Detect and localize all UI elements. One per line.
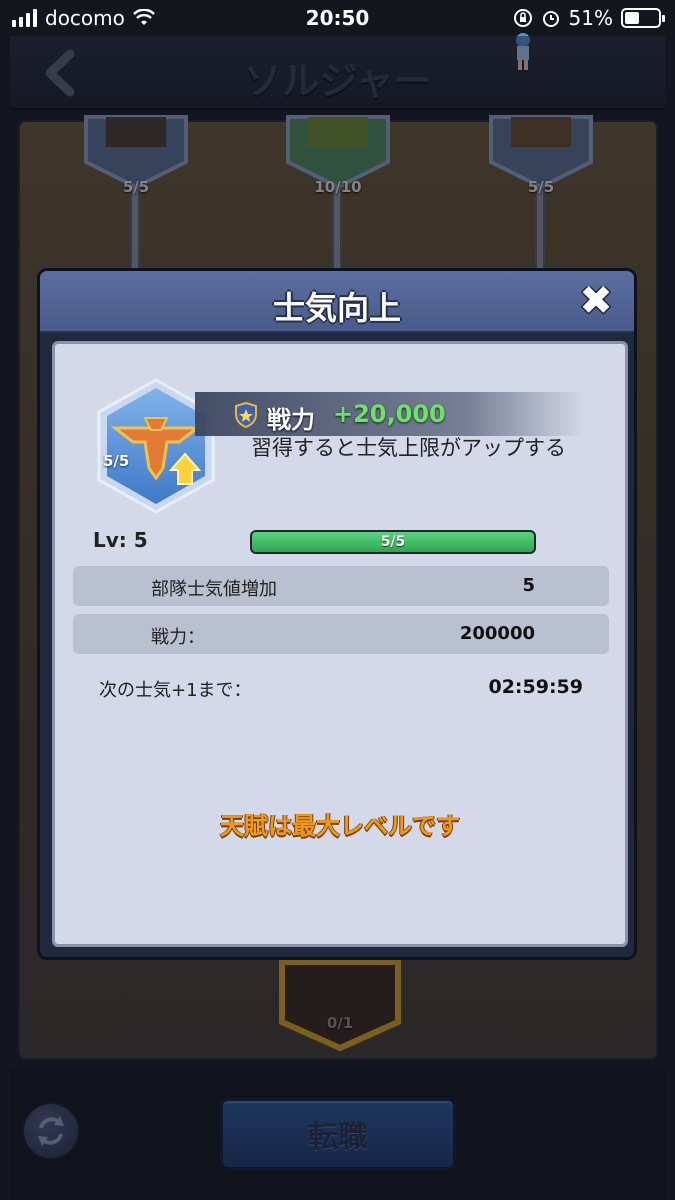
max-level-message: 天賦は最大レベルです — [220, 812, 460, 840]
stat-value: 5 — [522, 575, 535, 596]
modal-body: 5/5 戦力 +20,000 習得すると士気上限がアップする Lv: 5 5/5… — [52, 341, 628, 947]
status-bar: docomo 20:50 51% — [0, 0, 675, 36]
modal-title: 士気向上 — [272, 289, 401, 327]
close-button[interactable]: ✖ — [576, 281, 616, 321]
level-progress-bar: 5/5 — [250, 530, 536, 554]
level-label: Lv: 5 — [93, 528, 148, 552]
close-icon: ✖ — [579, 278, 613, 324]
talent-detail-modal: 士気向上 ✖ 5/5 戦力 +20,000 習得すると士気上限がアップする Lv… — [37, 268, 637, 960]
skill-level-badge: 5/5 — [103, 452, 130, 470]
power-label: 戦力 — [267, 406, 315, 434]
stat-row-morale: 部隊士気値増加 5 — [73, 566, 609, 606]
stat-value: 200000 — [459, 623, 535, 644]
power-value: +20,000 — [333, 400, 446, 428]
battery-icon — [621, 8, 665, 28]
modal-header: 士気向上 ✖ — [40, 271, 634, 333]
progress-text: 5/5 — [380, 534, 406, 550]
next-morale-timer: 02:59:59 — [488, 676, 583, 698]
orientation-lock-icon — [513, 9, 532, 27]
skill-description: 習得すると士気上限がアップする — [251, 436, 566, 460]
stat-row-power: 戦力： 200000 — [73, 614, 609, 654]
alarm-icon — [542, 11, 559, 27]
shield-icon — [235, 402, 257, 428]
battery-percent: 51% — [568, 6, 613, 30]
next-morale-label: 次の士気+1まで： — [99, 680, 252, 701]
stat-label: 戦力： — [151, 627, 205, 648]
status-right: 51% — [513, 6, 665, 30]
stat-label: 部隊士気値増加 — [151, 579, 277, 600]
